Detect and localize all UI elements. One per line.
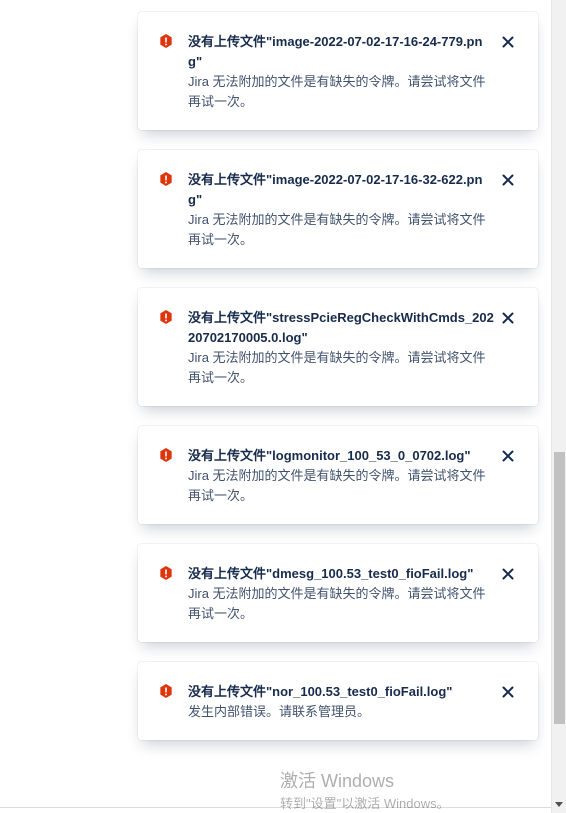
close-button[interactable] — [498, 564, 518, 584]
flag-description: Jira 无法附加的文件是有缺失的令牌。请尝试将文件再试一次。 — [188, 212, 486, 247]
flag-title: 没有上传文件"nor_100.53_test0_fioFail.log" — [188, 684, 453, 699]
viewport: 没有上传文件"image-2022-07-02-17-16-24-779.png… — [0, 0, 566, 813]
flag-description: Jira 无法附加的文件是有缺失的令牌。请尝试将文件再试一次。 — [188, 468, 486, 503]
error-icon — [160, 684, 172, 698]
flag-title: 没有上传文件"image-2022-07-02-17-16-24-779.png… — [188, 34, 483, 69]
close-button[interactable] — [498, 170, 518, 190]
close-icon — [502, 450, 514, 462]
error-flag: 没有上传文件"dmesg_100.53_test0_fioFail.log" J… — [138, 544, 538, 642]
error-flag: 没有上传文件"nor_100.53_test0_fioFail.log" 发生内… — [138, 662, 538, 740]
flag-title: 没有上传文件"image-2022-07-02-17-16-32-622.png… — [188, 172, 483, 207]
error-icon — [160, 310, 172, 324]
close-button[interactable] — [498, 682, 518, 702]
error-flag: 没有上传文件"image-2022-07-02-17-16-24-779.png… — [138, 12, 538, 130]
error-icon — [160, 172, 172, 186]
watermark-title: 激活 Windows — [280, 771, 395, 791]
flag-title: 没有上传文件"stressPcieRegCheckWithCmds_202207… — [188, 310, 494, 345]
close-button[interactable] — [498, 446, 518, 466]
divider — [0, 807, 551, 808]
watermark-subtitle: 转到"设置"以激活 Windows。 — [280, 796, 450, 811]
close-icon — [502, 568, 514, 580]
scroll-down-arrow-icon[interactable] — [555, 802, 563, 807]
flag-description: 发生内部错误。请联系管理员。 — [188, 704, 371, 719]
error-icon — [160, 34, 172, 48]
flag-description: Jira 无法附加的文件是有缺失的令牌。请尝试将文件再试一次。 — [188, 586, 486, 621]
close-button[interactable] — [498, 308, 518, 328]
error-flag: 没有上传文件"logmonitor_100_53_0_0702.log" Jir… — [138, 426, 538, 524]
close-icon — [502, 312, 514, 324]
close-icon — [502, 686, 514, 698]
error-icon — [160, 566, 172, 580]
close-icon — [502, 174, 514, 186]
error-icon — [160, 448, 172, 462]
vertical-scrollbar[interactable] — [551, 0, 566, 813]
error-flag: 没有上传文件"image-2022-07-02-17-16-32-622.png… — [138, 150, 538, 268]
flag-description: Jira 无法附加的文件是有缺失的令牌。请尝试将文件再试一次。 — [188, 74, 486, 109]
close-button[interactable] — [498, 32, 518, 52]
flag-title: 没有上传文件"dmesg_100.53_test0_fioFail.log" — [188, 566, 474, 581]
close-icon — [502, 36, 514, 48]
error-flag: 没有上传文件"stressPcieRegCheckWithCmds_202207… — [138, 288, 538, 406]
flag-description: Jira 无法附加的文件是有缺失的令牌。请尝试将文件再试一次。 — [188, 350, 486, 385]
flag-title: 没有上传文件"logmonitor_100_53_0_0702.log" — [188, 448, 471, 463]
scrollbar-thumb[interactable] — [554, 452, 565, 724]
flag-group: 没有上传文件"image-2022-07-02-17-16-24-779.png… — [138, 12, 538, 760]
